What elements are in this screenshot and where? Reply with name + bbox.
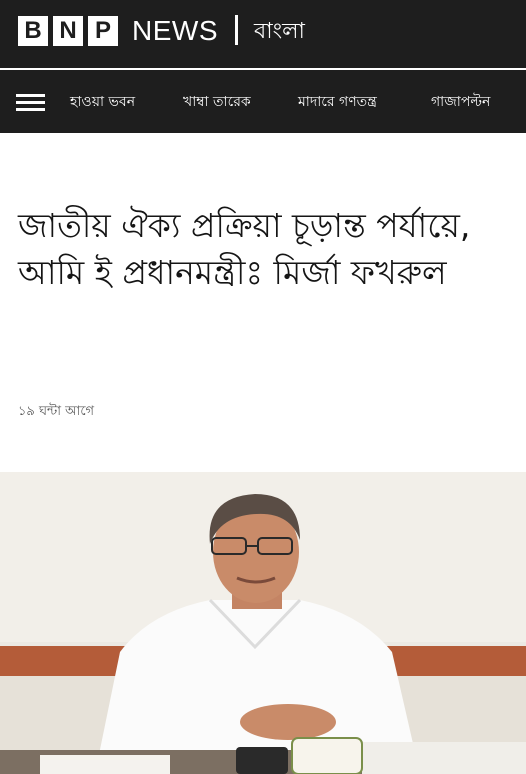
language-label[interactable]: বাংলা: [254, 16, 305, 48]
nav-item-khamba-tarek[interactable]: খাম্বা তারেক: [183, 90, 251, 114]
nav-item-hawa-bhaban[interactable]: হাওয়া ভবন: [70, 90, 135, 114]
category-nav: হাওয়া ভবন খাম্বা তারেক মাদারে গণতন্ত্র …: [0, 70, 526, 133]
logo-letter-p[interactable]: P: [88, 16, 118, 46]
logo-news-text[interactable]: NEWS: [132, 14, 218, 48]
nav-item-madare-gonotontro[interactable]: মাদারে গণতন্ত্র: [298, 90, 377, 114]
article-timestamp: ১৯ ঘন্টা আগে: [18, 404, 95, 419]
hamburger-menu-icon[interactable]: [16, 94, 45, 112]
site-header: B N P NEWS বাংলা: [0, 0, 526, 68]
nav-item-gajapaltan[interactable]: গাজাপল্টন: [431, 90, 490, 114]
logo-letter-b[interactable]: B: [18, 16, 48, 46]
photo-illustration: [0, 472, 526, 774]
article-photo[interactable]: [0, 472, 526, 774]
logo-separator: [235, 15, 238, 45]
article-headline: জাতীয় ঐক্য প্রক্রিয়া চূড়ান্ত পর্যায়ে…: [18, 206, 471, 292]
logo-letter-n[interactable]: N: [53, 16, 83, 46]
